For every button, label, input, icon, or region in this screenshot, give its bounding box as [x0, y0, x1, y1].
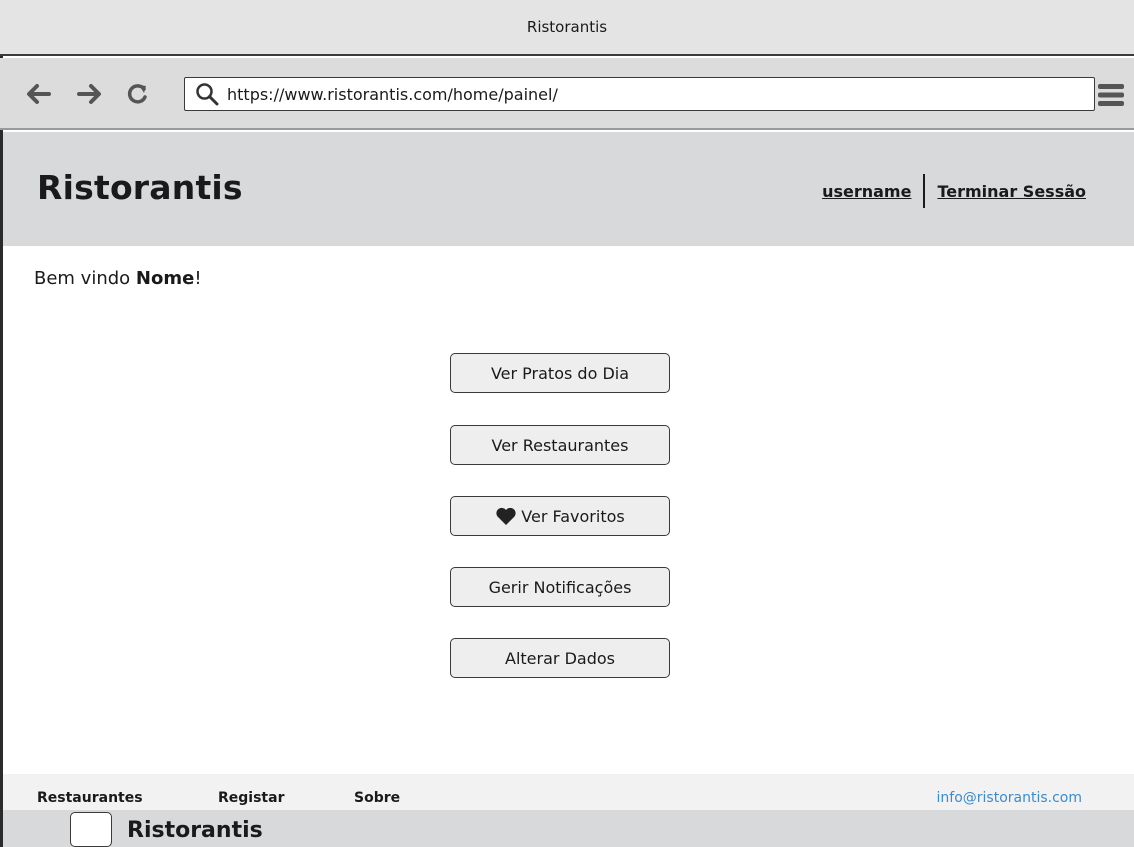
hamburger-menu-icon[interactable] [1096, 82, 1126, 108]
footer-logo-placeholder [70, 812, 112, 847]
footer-link-restaurants[interactable]: Restaurantes [37, 790, 143, 806]
arrow-right-icon[interactable] [76, 80, 104, 108]
view-dishes-label: Ver Pratos do Dia [490, 363, 630, 383]
view-favorites-button[interactable]: Ver Favoritos [450, 496, 670, 536]
window-title: Ristorantis [526, 18, 608, 36]
search-icon [195, 82, 219, 106]
manage-notifications-label: Gerir Notificações [488, 577, 632, 597]
reload-icon[interactable] [124, 80, 152, 108]
url-text: https://www.ristorantis.com/home/painel/ [227, 84, 558, 104]
username-link[interactable]: username [822, 182, 911, 201]
divider [923, 174, 926, 208]
browser-toolbar: https://www.ristorantis.com/home/painel/ [0, 58, 1134, 130]
site-brand: Ristorantis [37, 168, 243, 207]
manage-notifications-button[interactable]: Gerir Notificações [450, 567, 670, 607]
view-favorites-label: Ver Favoritos [521, 506, 625, 526]
footer-brand: Ristorantis [127, 818, 263, 843]
arrow-left-icon[interactable] [24, 80, 52, 108]
welcome-suffix: ! [194, 268, 202, 289]
footer-brand-bar: Ristorantis [3, 810, 1134, 847]
footer-email-link[interactable]: info@ristorantis.com [937, 790, 1082, 806]
url-input[interactable]: https://www.ristorantis.com/home/painel/ [184, 77, 1095, 111]
footer-link-register[interactable]: Registar [218, 790, 284, 806]
welcome-prefix: Bem vindo [34, 268, 136, 289]
heart-icon [495, 506, 517, 526]
view-dishes-button[interactable]: Ver Pratos do Dia [450, 353, 670, 393]
view-restaurants-button[interactable]: Ver Restaurantes [450, 425, 670, 465]
welcome-name: Nome [135, 268, 195, 289]
view-restaurants-label: Ver Restaurantes [491, 435, 629, 455]
welcome-message: Bem vindo Nome! [34, 268, 202, 289]
footer-link-about[interactable]: Sobre [354, 790, 400, 806]
edit-data-button[interactable]: Alterar Dados [450, 638, 670, 678]
user-links: username Terminar Sessão [822, 174, 1086, 208]
window-titlebar: Ristorantis [0, 0, 1134, 56]
footer-links: Restaurantes Registar Sobre info@ristora… [3, 774, 1134, 810]
site-header: Ristorantis username Terminar Sessão [3, 132, 1134, 246]
logout-link[interactable]: Terminar Sessão [937, 182, 1086, 201]
edit-data-label: Alterar Dados [505, 648, 615, 668]
